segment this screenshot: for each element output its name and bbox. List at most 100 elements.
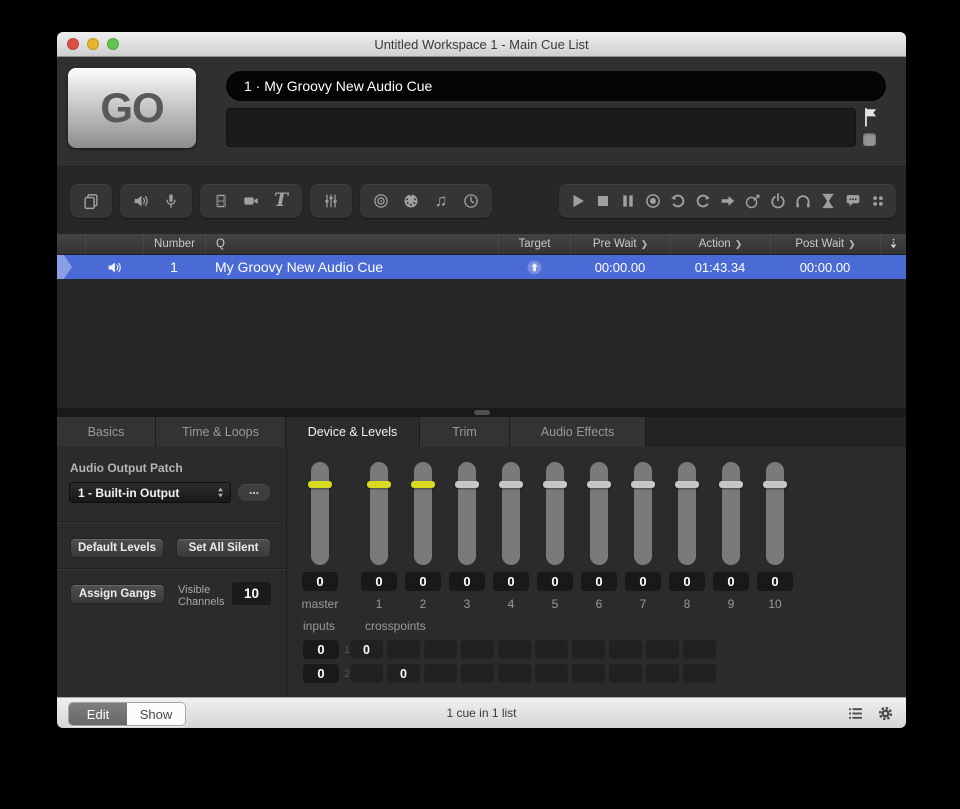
crosspoint-cell-1-3[interactable] xyxy=(424,640,457,659)
load-arrow-icon[interactable] xyxy=(880,234,906,254)
level-value-6[interactable]: 0 xyxy=(581,572,617,591)
slider-handle[interactable] xyxy=(763,481,787,488)
disarm-cue-button[interactable] xyxy=(790,186,815,216)
volume-slider-10[interactable] xyxy=(766,462,784,565)
camera-cue-button[interactable] xyxy=(236,186,266,216)
input-level-1[interactable]: 0 xyxy=(303,640,339,659)
column-header-target[interactable]: Target xyxy=(498,234,570,254)
stop-cue-button[interactable] xyxy=(590,186,615,216)
load-cue-button[interactable] xyxy=(640,186,665,216)
level-value-3[interactable]: 0 xyxy=(449,572,485,591)
crosspoint-cell-2-9[interactable] xyxy=(646,664,679,683)
edit-mode-button[interactable]: Edit xyxy=(69,703,127,725)
reset-cue-button[interactable] xyxy=(665,186,690,216)
default-levels-button[interactable]: Default Levels xyxy=(70,538,164,558)
level-value-1[interactable]: 0 xyxy=(361,572,397,591)
cue-post-wait[interactable]: 00:00.00 xyxy=(770,255,880,279)
level-value-2[interactable]: 0 xyxy=(405,572,441,591)
input-level-2[interactable]: 0 xyxy=(303,664,339,683)
column-header-post-wait[interactable]: Post Wait xyxy=(770,234,880,254)
cue-number[interactable]: 1 xyxy=(143,255,205,279)
cue-lists-button[interactable] xyxy=(847,705,864,722)
volume-slider-3[interactable] xyxy=(458,462,476,565)
crosspoint-cell-2-10[interactable] xyxy=(683,664,716,683)
cue-name[interactable]: My Groovy New Audio Cue xyxy=(205,255,498,279)
volume-slider-master[interactable] xyxy=(311,462,329,565)
video-cue-button[interactable] xyxy=(206,186,236,216)
wait-cue-button[interactable] xyxy=(815,186,840,216)
volume-slider-6[interactable] xyxy=(590,462,608,565)
target-cue-button[interactable] xyxy=(740,186,765,216)
audio-output-patch-select[interactable]: 1 - Built-in Output xyxy=(69,482,231,503)
level-value-8[interactable]: 0 xyxy=(669,572,705,591)
volume-slider-8[interactable] xyxy=(678,462,696,565)
fade-cue-button[interactable] xyxy=(316,186,346,216)
script-cue-button[interactable] xyxy=(865,186,890,216)
crosspoint-cell-1-7[interactable] xyxy=(572,640,605,659)
column-header-action[interactable]: Action xyxy=(670,234,770,254)
cue-target-badge[interactable] xyxy=(498,255,570,279)
show-mode-button[interactable]: Show xyxy=(127,703,185,725)
pause-cue-button[interactable] xyxy=(615,186,640,216)
crosspoint-cell-2-8[interactable] xyxy=(609,664,642,683)
level-value-4[interactable]: 0 xyxy=(493,572,529,591)
column-header-pre-wait[interactable]: Pre Wait xyxy=(570,234,670,254)
volume-slider-1[interactable] xyxy=(370,462,388,565)
slider-handle[interactable] xyxy=(308,481,332,488)
timecode-cue-button[interactable] xyxy=(456,186,486,216)
sort-flag-icon[interactable] xyxy=(848,238,856,250)
flagged-checkbox[interactable] xyxy=(863,133,876,146)
notes-field[interactable] xyxy=(226,108,856,147)
volume-slider-7[interactable] xyxy=(634,462,652,565)
tab-time-loops[interactable]: Time & Loops xyxy=(156,417,286,447)
splitter-grip[interactable] xyxy=(474,410,490,415)
arm-cue-button[interactable] xyxy=(765,186,790,216)
level-value-7[interactable]: 0 xyxy=(625,572,661,591)
crosspoint-cell-2-4[interactable] xyxy=(461,664,494,683)
crosspoint-cell-1-10[interactable] xyxy=(683,640,716,659)
crosspoint-cell-2-7[interactable] xyxy=(572,664,605,683)
midi-cue-button[interactable] xyxy=(396,186,426,216)
midi-file-cue-button[interactable]: ♫ xyxy=(426,186,456,216)
cue-row[interactable]: 1 My Groovy New Audio Cue 00:00.00 01:43… xyxy=(57,255,906,279)
volume-slider-2[interactable] xyxy=(414,462,432,565)
crosspoint-cell-2-5[interactable] xyxy=(498,664,531,683)
volume-slider-9[interactable] xyxy=(722,462,740,565)
close-window-button[interactable] xyxy=(67,38,79,50)
edit-patch-button[interactable] xyxy=(238,484,270,501)
sort-flag-icon[interactable] xyxy=(735,238,743,250)
crosspoint-cell-1-9[interactable] xyxy=(646,640,679,659)
level-value-10[interactable]: 0 xyxy=(757,572,793,591)
tab-device-levels[interactable]: Device & Levels xyxy=(286,417,420,447)
memo-cue-button[interactable] xyxy=(840,186,865,216)
slider-handle[interactable] xyxy=(543,481,567,488)
cue-pre-wait[interactable]: 00:00.00 xyxy=(570,255,670,279)
slider-handle[interactable] xyxy=(675,481,699,488)
assign-gangs-button[interactable]: Assign Gangs xyxy=(70,584,165,604)
slider-handle[interactable] xyxy=(719,481,743,488)
crosspoint-cell-1-8[interactable] xyxy=(609,640,642,659)
crosspoint-cell-2-2[interactable]: 0 xyxy=(387,664,420,683)
text-cue-button[interactable]: T xyxy=(266,186,296,216)
level-value-master[interactable]: 0 xyxy=(302,572,338,591)
slider-handle[interactable] xyxy=(631,481,655,488)
network-cue-button[interactable] xyxy=(366,186,396,216)
workspace-settings-button[interactable] xyxy=(877,705,894,722)
cue-action-time[interactable]: 01:43.34 xyxy=(670,255,770,279)
slider-handle[interactable] xyxy=(367,481,391,488)
volume-slider-4[interactable] xyxy=(502,462,520,565)
tab-audio-effects[interactable]: Audio Effects xyxy=(510,417,646,447)
crosspoint-cell-1-1[interactable]: 0 xyxy=(350,640,383,659)
level-value-5[interactable]: 0 xyxy=(537,572,573,591)
volume-slider-5[interactable] xyxy=(546,462,564,565)
slider-handle[interactable] xyxy=(411,481,435,488)
start-cue-button[interactable] xyxy=(565,186,590,216)
tab-basics[interactable]: Basics xyxy=(57,417,156,447)
column-header-number[interactable]: Number xyxy=(143,234,205,254)
cue-list-empty-area[interactable] xyxy=(57,279,906,408)
splitter-bar[interactable] xyxy=(57,408,906,417)
devamp-cue-button[interactable] xyxy=(690,186,715,216)
mic-cue-button[interactable] xyxy=(156,186,186,216)
visible-channels-field[interactable]: 10 xyxy=(232,582,271,605)
crosspoint-cell-1-5[interactable] xyxy=(498,640,531,659)
